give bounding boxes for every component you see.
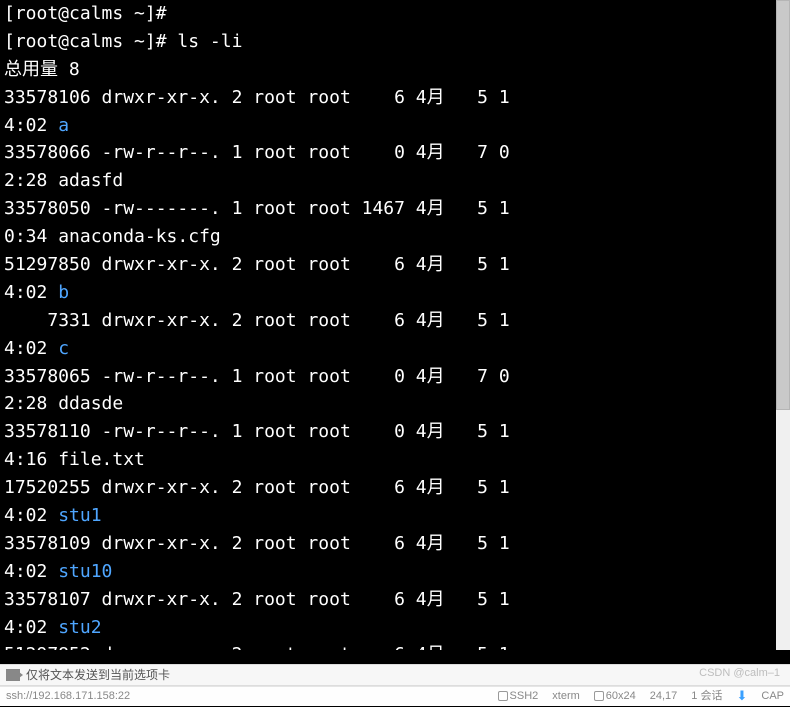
entry-time: 4:16	[4, 449, 58, 470]
prompt: [root@calms ~]#	[4, 31, 177, 52]
entry-name: anaconda-ks.cfg	[58, 226, 221, 247]
ls-entry-line1: 7331 drwxr-xr-x. 2 root root 6 4月 5 1	[4, 307, 786, 335]
status-bar: ssh://192.168.171.158:22 SSH2 xterm 60x2…	[0, 686, 790, 706]
lock-icon	[498, 691, 508, 701]
status-cap: CAP	[761, 688, 784, 705]
ls-entry-line2: 4:02 b	[4, 279, 786, 307]
ls-entry-line1: 33578050 -rw-------. 1 root root 1467 4月…	[4, 195, 786, 223]
ls-entry-line1: 33578106 drwxr-xr-x. 2 root root 6 4月 5 …	[4, 84, 786, 112]
status-size: 60x24	[594, 688, 636, 705]
hint-text: 仅将文本发送到当前选项卡	[26, 666, 170, 685]
ls-entry-line1: 33578110 -rw-r--r--. 1 root root 0 4月 5 …	[4, 418, 786, 446]
entry-time: 4:02	[4, 561, 58, 582]
entry-time: 4:02	[4, 338, 58, 359]
entry-time: 4:02	[4, 282, 58, 303]
hint-bar: 仅将文本发送到当前选项卡	[0, 664, 790, 686]
ls-entry-line1: 33578065 -rw-r--r--. 1 root root 0 4月 7 …	[4, 363, 786, 391]
ls-entry-line2: 4:02 stu1	[4, 502, 786, 530]
ls-entry-line2: 4:16 file.txt	[4, 446, 786, 474]
scrollbar-thumb[interactable]	[776, 0, 790, 410]
entry-name: file.txt	[58, 449, 145, 470]
total-line: 总用量 8	[4, 56, 786, 84]
terminal-output: [root@calms ~]# [root@calms ~]# ls -li总用…	[4, 0, 786, 650]
ls-entry-line1: 33578066 -rw-r--r--. 1 root root 0 4月 7 …	[4, 139, 786, 167]
terminal-area[interactable]: [root@calms ~]# [root@calms ~]# ls -li总用…	[0, 0, 790, 650]
entry-time: 2:28	[4, 393, 58, 414]
entry-time: 2:28	[4, 170, 58, 191]
ls-entry-line2: 2:28 adasfd	[4, 167, 786, 195]
prompt: [root@calms ~]#	[4, 3, 177, 24]
ls-entry-line2: 4:02 stu10	[4, 558, 786, 586]
download-icon[interactable]: ⬇	[736, 686, 747, 706]
ls-entry-line2: 4:02 a	[4, 112, 786, 140]
scrollbar-track[interactable]	[776, 0, 790, 650]
entry-time: 4:02	[4, 115, 58, 136]
entry-name: adasfd	[58, 170, 123, 191]
ls-entry-line1: 51297850 drwxr-xr-x. 2 root root 6 4月 5 …	[4, 251, 786, 279]
status-term: xterm	[552, 688, 580, 705]
send-text-icon	[6, 669, 20, 681]
entry-time: 0:34	[4, 226, 58, 247]
ls-entry-line1: 33578109 drwxr-xr-x. 2 root root 6 4月 5 …	[4, 530, 786, 558]
entry-name: c	[58, 338, 69, 359]
prompt-line: [root@calms ~]#	[4, 0, 786, 28]
status-pos: 24,17	[650, 688, 678, 705]
ls-entry-line2: 4:02 c	[4, 335, 786, 363]
ls-entry-line1: 51297852 drwxr-xr-x. 2 root root 6 4月 5 …	[4, 641, 786, 650]
ls-entry-line2: 2:28 ddasde	[4, 390, 786, 418]
entry-name: ddasde	[58, 393, 123, 414]
entry-name: b	[58, 282, 69, 303]
entry-time: 4:02	[4, 617, 58, 638]
ls-entry-line1: 17520255 drwxr-xr-x. 2 root root 6 4月 5 …	[4, 474, 786, 502]
status-ssh: SSH2	[498, 688, 539, 705]
prompt-line: [root@calms ~]# ls -li	[4, 28, 786, 56]
entry-name: stu1	[58, 505, 101, 526]
grid-icon	[594, 691, 604, 701]
entry-name: stu10	[58, 561, 112, 582]
ls-entry-line1: 33578107 drwxr-xr-x. 2 root root 6 4月 5 …	[4, 586, 786, 614]
status-address: ssh://192.168.171.158:22	[6, 688, 130, 705]
ls-entry-line2: 0:34 anaconda-ks.cfg	[4, 223, 786, 251]
command-text: ls -li	[177, 31, 242, 52]
ls-entry-line2: 4:02 stu2	[4, 614, 786, 642]
entry-time: 4:02	[4, 505, 58, 526]
entry-name: a	[58, 115, 69, 136]
status-session: 1 会话	[691, 688, 722, 705]
entry-name: stu2	[58, 617, 101, 638]
